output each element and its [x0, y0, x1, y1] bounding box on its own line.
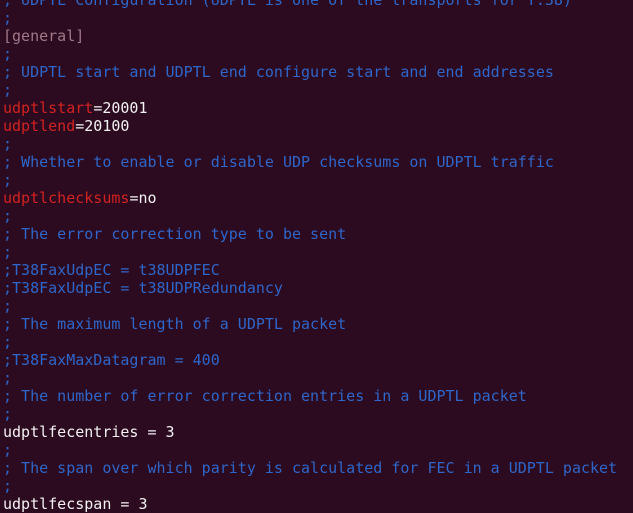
config-line-section[interactable]: [general] — [0, 27, 633, 45]
setting-text: udptlfecentries = 3 — [3, 423, 175, 441]
setting-key: udptlend — [3, 117, 76, 135]
config-line-comment[interactable]: ; The number of error correction entries… — [0, 387, 633, 405]
config-line-setting[interactable]: udptlfecspan = 3 — [0, 495, 633, 513]
section-header: [general] — [3, 27, 85, 45]
comment-text: ; — [3, 45, 13, 63]
comment-text: ; The error correction type to be sent — [3, 225, 347, 243]
config-line-comment[interactable]: ;T38FaxUdpEC = t38UDPRedundancy — [0, 279, 633, 297]
config-line-setting[interactable]: udptlchecksums=no — [0, 189, 633, 207]
config-line-comment[interactable]: ; The maximum length of a UDPTL packet — [0, 315, 633, 333]
comment-text: ; — [3, 243, 13, 261]
config-line-comment[interactable]: ; — [0, 207, 633, 225]
comment-text: ; — [3, 171, 13, 189]
config-line-comment[interactable]: ; — [0, 9, 633, 27]
config-line-comment[interactable]: ; — [0, 171, 633, 189]
config-line-setting[interactable]: udptlfecentries = 3 — [0, 423, 633, 441]
comment-text: ; — [3, 333, 13, 351]
comment-text: ; — [3, 135, 13, 153]
comment-text: ; UDPTL start and UDPTL end configure st… — [3, 63, 554, 81]
comment-text: ; — [3, 207, 13, 225]
config-line-comment[interactable]: ; — [0, 243, 633, 261]
config-line-comment[interactable]: ; — [0, 441, 633, 459]
config-line-comment[interactable]: ; — [0, 81, 633, 99]
config-line-comment[interactable]: ; UDPTL Configuration (UDPTL is one of t… — [0, 0, 633, 9]
config-line-comment[interactable]: ; UDPTL start and UDPTL end configure st… — [0, 63, 633, 81]
setting-text: udptlfecspan = 3 — [3, 495, 148, 513]
text-editor[interactable]: ; UDPTL Configuration (UDPTL is one of t… — [0, 0, 633, 513]
config-line-comment[interactable]: ; — [0, 333, 633, 351]
setting-key: udptlchecksums — [3, 189, 130, 207]
comment-text: ; UDPTL Configuration (UDPTL is one of t… — [3, 0, 572, 9]
config-line-comment[interactable]: ; — [0, 477, 633, 495]
comment-text: ; — [3, 441, 13, 459]
config-line-setting[interactable]: udptlstart=20001 — [0, 99, 633, 117]
config-line-comment[interactable]: ; — [0, 297, 633, 315]
config-line-setting[interactable]: udptlend=20100 — [0, 117, 633, 135]
setting-value: no — [138, 189, 157, 207]
config-line-comment[interactable]: ; — [0, 405, 633, 423]
config-line-comment[interactable]: ;T38FaxMaxDatagram = 400 — [0, 351, 633, 369]
setting-value: 20100 — [84, 117, 130, 135]
config-line-comment[interactable]: ; Whether to enable or disable UDP check… — [0, 153, 633, 171]
comment-text: ; — [3, 9, 13, 27]
comment-text: ; The maximum length of a UDPTL packet — [3, 315, 347, 333]
comment-text: ; — [3, 297, 13, 315]
comment-text: ; The span over which parity is calculat… — [3, 459, 618, 477]
config-line-comment[interactable]: ; The error correction type to be sent — [0, 225, 633, 243]
config-line-comment[interactable]: ; — [0, 45, 633, 63]
comment-text: ; The number of error correction entries… — [3, 387, 527, 405]
setting-key: udptlstart — [3, 99, 94, 117]
comment-text: ; Whether to enable or disable UDP check… — [3, 153, 554, 171]
setting-value: 20001 — [102, 99, 148, 117]
comment-text: ;T38FaxUdpEC = t38UDPFEC — [3, 261, 220, 279]
config-line-comment[interactable]: ; The span over which parity is calculat… — [0, 459, 633, 477]
comment-text: ; — [3, 369, 13, 387]
comment-text: ; — [3, 405, 13, 423]
setting-separator: = — [75, 117, 85, 135]
comment-text: ; — [3, 477, 13, 495]
comment-text: ;T38FaxUdpEC = t38UDPRedundancy — [3, 279, 283, 297]
config-line-comment[interactable]: ; — [0, 135, 633, 153]
config-line-comment[interactable]: ;T38FaxUdpEC = t38UDPFEC — [0, 261, 633, 279]
comment-text: ; — [3, 81, 13, 99]
comment-text: ;T38FaxMaxDatagram = 400 — [3, 351, 220, 369]
config-line-comment[interactable]: ; — [0, 369, 633, 387]
setting-separator: = — [93, 99, 103, 117]
